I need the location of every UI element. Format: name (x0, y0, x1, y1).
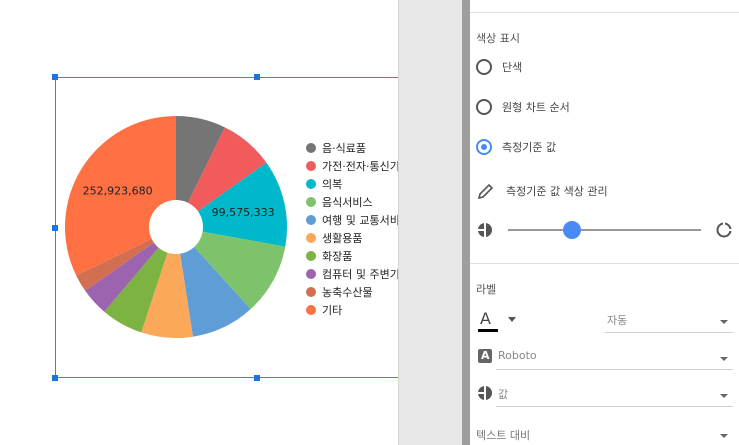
panel-divider[interactable] (462, 0, 470, 445)
dropdown-underline (496, 369, 733, 370)
color-option-label: 단색 (502, 61, 523, 74)
label-position-dropdown[interactable]: 자동 (605, 310, 733, 332)
label-type-dropdown[interactable]: 값 (496, 383, 733, 405)
manage-colors-link[interactable]: 측정기준 값 색상 관리 (476, 181, 608, 201)
chevron-down-icon (720, 394, 728, 398)
font-family-dropdown[interactable]: Roboto (496, 346, 733, 368)
resize-handle-top[interactable] (254, 74, 260, 80)
manage-colors-label: 측정기준 값 색상 관리 (506, 185, 608, 198)
color-option-dimension[interactable]: 측정기준 값 (476, 139, 556, 155)
label-section-title: 라벨 (476, 283, 497, 296)
color-option-pie-order[interactable]: 원형 차트 순서 (476, 99, 570, 115)
font-family-icon: A (478, 349, 492, 363)
label-type-value: 값 (498, 388, 509, 401)
section-divider (470, 263, 739, 264)
chevron-down-icon (720, 357, 728, 361)
resize-handle-top-left[interactable] (52, 74, 58, 80)
resize-handle-bottom[interactable] (254, 375, 260, 381)
color-option-label: 원형 차트 순서 (502, 101, 570, 114)
dropdown-underline (496, 406, 733, 407)
chevron-down-icon (508, 317, 516, 322)
chevron-down-icon (720, 320, 728, 324)
radio-dimension[interactable] (476, 139, 492, 155)
text-contrast-label: 텍스트 대비 (476, 429, 531, 442)
dropdown-underline (605, 332, 733, 333)
font-color-symbol: A (480, 309, 491, 328)
donut-small-icon (477, 222, 492, 238)
label-type-icon (477, 385, 492, 401)
text-contrast-dropdown[interactable]: 텍스트 대비 (476, 424, 733, 444)
resize-handle-left[interactable] (52, 225, 58, 231)
font-color-picker[interactable]: A (476, 309, 516, 333)
chevron-down-icon (720, 434, 728, 438)
font-color-swatch (478, 329, 498, 332)
radio-single[interactable] (476, 59, 492, 75)
canvas-gutter (398, 0, 463, 445)
pencil-icon (477, 183, 494, 200)
font-family-value: Roboto (498, 349, 537, 362)
color-option-label: 측정기준 값 (502, 141, 557, 154)
donut-size-slider-track[interactable] (508, 229, 701, 231)
resize-handle-bottom-left[interactable] (52, 375, 58, 381)
donut-size-slider-thumb[interactable] (562, 221, 581, 239)
label-position-value: 자동 (607, 314, 628, 327)
color-option-single[interactable]: 단색 (476, 59, 522, 75)
donut-large-icon (716, 221, 733, 238)
radio-pie-order[interactable] (476, 99, 492, 115)
chart-selection-box[interactable] (55, 77, 457, 378)
color-section-title: 색상 표시 (476, 32, 520, 45)
section-divider (470, 12, 739, 13)
